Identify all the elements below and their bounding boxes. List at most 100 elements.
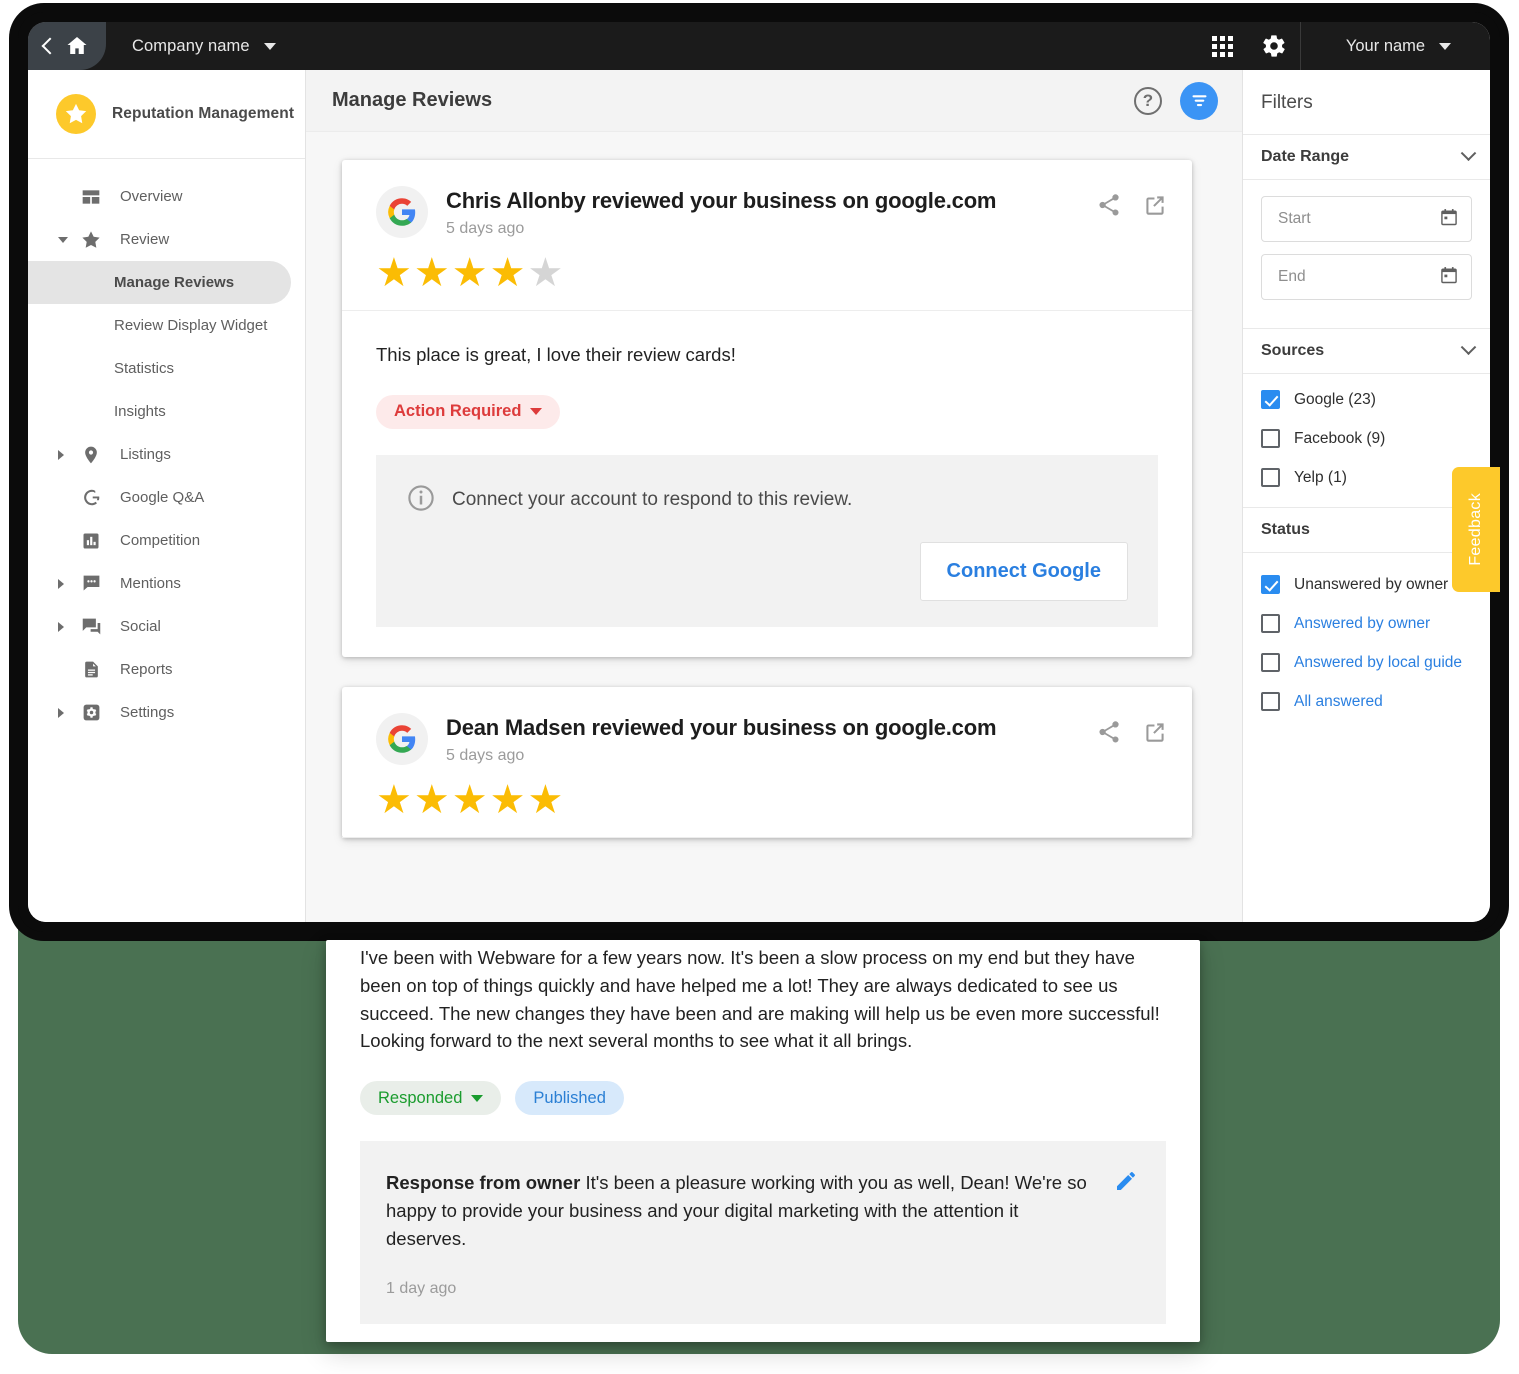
source-checkbox-yelp[interactable]: Yelp (1): [1261, 468, 1472, 487]
status-checkbox-unanswered-by-owner[interactable]: Unanswered by owner: [1261, 575, 1472, 594]
sidebar-item-mentions[interactable]: Mentions: [28, 562, 305, 605]
checkbox-icon[interactable]: [1261, 390, 1280, 409]
app-body: Reputation Management Overview Review Ma…: [28, 70, 1490, 922]
filter-icon: [1192, 95, 1206, 107]
status-label: Answered by local guide: [1294, 653, 1463, 671]
review-rating-stars: ★ ★ ★ ★ ★: [376, 251, 1168, 295]
filter-toggle-button[interactable]: [1180, 81, 1218, 120]
sidebar-item-label: Overview: [120, 188, 183, 205]
checkbox-icon[interactable]: [1261, 692, 1280, 711]
source-label: Yelp (1): [1294, 468, 1347, 486]
home-button[interactable]: [28, 22, 106, 70]
sidebar-item-overview[interactable]: Overview: [28, 175, 305, 218]
review-card-body: This place is great, I love their review…: [342, 311, 1192, 657]
expand-arrow-mentions[interactable]: [58, 578, 72, 589]
sidebar: Reputation Management Overview Review Ma…: [28, 70, 306, 922]
sidebar-item-label: Competition: [120, 532, 201, 549]
status-badge-responded[interactable]: Responded: [360, 1081, 502, 1115]
filter-section-sources[interactable]: Sources: [1243, 328, 1490, 374]
status-checkbox-answered-by-owner[interactable]: Answered by owner: [1261, 614, 1472, 633]
sidebar-item-google-qa[interactable]: Google Q&A: [28, 476, 305, 519]
checkbox-icon[interactable]: [1261, 429, 1280, 448]
sidebar-item-review[interactable]: Review: [28, 218, 305, 261]
document-icon: [74, 659, 108, 680]
calendar-icon[interactable]: [1439, 207, 1459, 232]
help-circle-icon[interactable]: ?: [1134, 86, 1162, 115]
start-date-input[interactable]: [1276, 209, 1439, 229]
calendar-icon[interactable]: [1439, 265, 1459, 290]
review-card-body: I've been with Webware for a few years n…: [326, 940, 1200, 1325]
source-checkbox-facebook[interactable]: Facebook (9): [1261, 429, 1472, 448]
filter-section-label: Date Range: [1261, 148, 1350, 165]
checkbox-icon[interactable]: [1261, 653, 1280, 672]
review-timestamp: 5 days ago: [446, 746, 525, 764]
status-label: Unanswered by owner: [1294, 575, 1449, 593]
date-range-body: [1243, 180, 1490, 328]
chat-bubbles-icon: [74, 616, 108, 637]
map-pin-icon: [74, 445, 108, 465]
sidebar-item-label: Google Q&A: [120, 489, 205, 506]
feedback-tab[interactable]: Feedback: [1452, 467, 1500, 592]
sidebar-item-label: Listings: [120, 446, 171, 463]
apps-grid-icon[interactable]: [1211, 35, 1233, 57]
status-badge-label: Responded: [378, 1088, 463, 1107]
review-list: Chris Allonby reviewed your business on …: [306, 132, 1242, 922]
checkbox-icon[interactable]: [1261, 575, 1280, 594]
chevron-down-icon[interactable]: [1460, 338, 1477, 355]
google-g-icon: [376, 186, 428, 238]
review-card-header: Dean Madsen reviewed your business on go…: [342, 687, 1192, 838]
settings-button[interactable]: [1248, 22, 1300, 70]
page-header: Manage Reviews ?: [306, 70, 1242, 132]
sidebar-item-reports[interactable]: Reports: [28, 648, 305, 691]
brand-title: Reputation Management: [112, 105, 295, 122]
apps-grid-button[interactable]: [1196, 22, 1248, 70]
connect-google-button[interactable]: Connect Google: [919, 541, 1128, 601]
comment-icon: [74, 573, 108, 594]
star-filled-icon: ★: [489, 777, 526, 822]
sidebar-item-insights[interactable]: Insights: [28, 390, 305, 433]
bar-chart-icon: [74, 531, 108, 551]
sidebar-item-social[interactable]: Social: [28, 605, 305, 648]
pencil-icon[interactable]: [1114, 1169, 1138, 1298]
external-link-icon[interactable]: [1142, 192, 1168, 218]
source-label: Google (23): [1294, 390, 1376, 408]
status-checkbox-all-answered[interactable]: All answered: [1261, 692, 1472, 711]
gear-icon[interactable]: [1261, 33, 1287, 59]
expand-arrow-settings[interactable]: [58, 707, 72, 718]
checkbox-icon[interactable]: [1261, 468, 1280, 487]
sidebar-item-competition[interactable]: Competition: [28, 519, 305, 562]
end-date-input[interactable]: [1276, 267, 1439, 287]
source-checkbox-google[interactable]: Google (23): [1261, 390, 1472, 409]
home-icon[interactable]: [64, 34, 90, 58]
company-dropdown-caret-icon[interactable]: [263, 42, 276, 50]
back-chevron-icon[interactable]: [41, 37, 59, 55]
status-checkbox-answered-by-local-guide[interactable]: Answered by local guide: [1261, 653, 1472, 672]
start-date-field[interactable]: [1261, 196, 1472, 242]
status-label: All answered: [1294, 692, 1383, 710]
review-text: This place is great, I love their review…: [376, 344, 736, 365]
sidebar-item-settings[interactable]: Settings: [28, 691, 305, 734]
sidebar-item-manage-reviews[interactable]: Manage Reviews: [28, 261, 291, 304]
expand-arrow-social[interactable]: [58, 621, 72, 632]
status-badge-action-required[interactable]: Action Required: [376, 394, 561, 429]
expand-arrow-listings[interactable]: [58, 449, 72, 460]
sidebar-item-listings[interactable]: Listings: [28, 433, 305, 476]
share-icon[interactable]: [1096, 719, 1122, 745]
sidebar-item-label: Social: [120, 618, 161, 635]
user-dropdown-caret-icon[interactable]: [1439, 42, 1452, 50]
end-date-field[interactable]: [1261, 254, 1472, 300]
filter-section-date-range[interactable]: Date Range: [1243, 134, 1490, 180]
owner-response-box: Response from owner It's been a pleasure…: [360, 1141, 1166, 1325]
user-menu-button[interactable]: Your name: [1300, 22, 1490, 70]
sidebar-item-statistics[interactable]: Statistics: [28, 347, 305, 390]
expand-arrow-review[interactable]: [58, 236, 72, 243]
status-badge-label: Action Required: [394, 402, 522, 421]
sidebar-item-review-display-widget[interactable]: Review Display Widget: [28, 304, 305, 347]
chevron-down-icon[interactable]: [1460, 144, 1477, 161]
star-filled-icon: ★: [376, 251, 412, 295]
external-link-icon[interactable]: [1142, 719, 1168, 745]
checkbox-icon[interactable]: [1261, 614, 1280, 633]
share-icon[interactable]: [1096, 192, 1122, 218]
star-empty-icon: ★: [527, 251, 564, 295]
review-card-header: Chris Allonby reviewed your business on …: [342, 160, 1192, 311]
